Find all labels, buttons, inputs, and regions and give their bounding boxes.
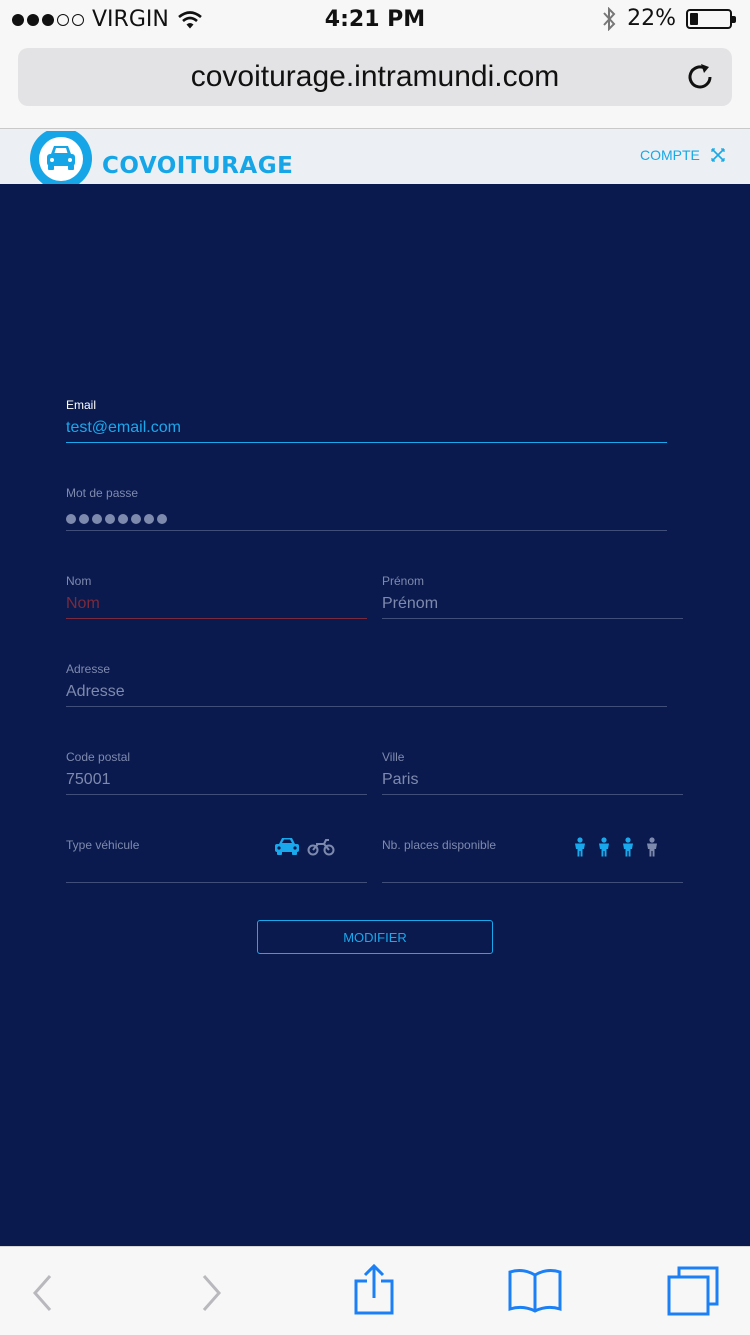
password-underline [66,530,667,531]
browser-toolbar: covoiturage.intramundi.com [0,40,750,129]
code-postal-underline [66,794,367,795]
motorcycle-icon[interactable] [307,838,335,856]
car-icon[interactable] [274,836,300,856]
code-postal-label: Code postal [66,750,131,764]
browser-bottom-toolbar [0,1246,750,1335]
nom-placeholder[interactable]: Nom [66,595,100,613]
ville-underline [382,794,683,795]
close-icon[interactable] [710,147,726,163]
battery-icon [686,8,736,29]
nom-label: Nom [66,574,92,588]
nom-underline [66,618,367,619]
password-label: Mot de passe [66,486,139,500]
code-postal-placeholder[interactable]: 75001 [66,771,111,789]
adresse-placeholder[interactable]: Adresse [66,683,125,701]
prenom-label: Prénom [382,574,425,588]
bookmarks-icon[interactable] [507,1267,563,1313]
share-icon[interactable] [352,1263,396,1317]
battery-fill [690,12,698,25]
tabs-icon[interactable] [666,1265,720,1317]
account-label: COMPTE [640,147,700,163]
password-dot [157,514,167,524]
nom-field[interactable]: Nom Nom [66,574,367,634]
forward-icon[interactable] [198,1273,224,1313]
ville-label: Ville [382,750,405,764]
status-right: 22% [601,6,736,31]
brand-name[interactable]: COVOITURAGE [102,153,293,179]
seat-person-icon-selected[interactable] [574,837,586,857]
back-icon[interactable] [30,1273,56,1313]
email-field[interactable]: Email test@email.com [66,398,667,458]
code-postal-field[interactable]: Code postal 75001 [66,750,367,810]
reload-icon[interactable] [684,61,716,93]
battery-percentage: 22% [627,6,676,31]
seats-underline [382,882,683,883]
bluetooth-icon [603,6,616,31]
seats-field: Nb. places disponible [382,837,683,898]
prenom-underline [382,618,683,619]
status-left: VIRGIN [12,7,203,32]
email-value[interactable]: test@email.com [66,419,181,437]
vehicle-type-field: Type véhicule [66,838,367,898]
adresse-underline [66,706,667,707]
password-dot [144,514,154,524]
password-dot [105,514,115,524]
seats-options [574,837,658,857]
email-underline [66,442,667,443]
wifi-icon [178,10,202,28]
password-value[interactable] [66,514,167,524]
seat-person-icon[interactable] [646,837,658,857]
carrier-name: VIRGIN [92,7,169,32]
seat-person-icon-selected[interactable] [598,837,610,857]
password-dot [66,514,76,524]
vehicle-type-label: Type véhicule [66,838,140,852]
password-field[interactable]: Mot de passe [66,486,667,546]
password-dot [79,514,89,524]
adresse-field[interactable]: Adresse Adresse [66,662,667,722]
url-text: covoiturage.intramundi.com [190,60,560,93]
prenom-field[interactable]: Prénom Prénom [382,574,683,634]
address-bar[interactable]: covoiturage.intramundi.com [18,48,732,106]
signal-strength-icon [12,13,84,26]
vehicle-type-options [274,836,335,856]
account-button[interactable]: COMPTE [640,147,726,163]
status-bar: VIRGIN 4:21 PM 22% [0,0,750,40]
adresse-label: Adresse [66,662,111,676]
password-dot [131,514,141,524]
password-dot [118,514,128,524]
ville-placeholder[interactable]: Paris [382,771,418,789]
seat-person-icon-selected[interactable] [622,837,634,857]
ville-field[interactable]: Ville Paris [382,750,683,810]
password-dot [92,514,102,524]
vehicle-type-underline [66,882,367,883]
email-label: Email [66,398,97,412]
modifier-button[interactable]: MODIFIER [257,920,493,954]
prenom-placeholder[interactable]: Prénom [382,595,438,613]
seats-label: Nb. places disponible [382,838,497,852]
